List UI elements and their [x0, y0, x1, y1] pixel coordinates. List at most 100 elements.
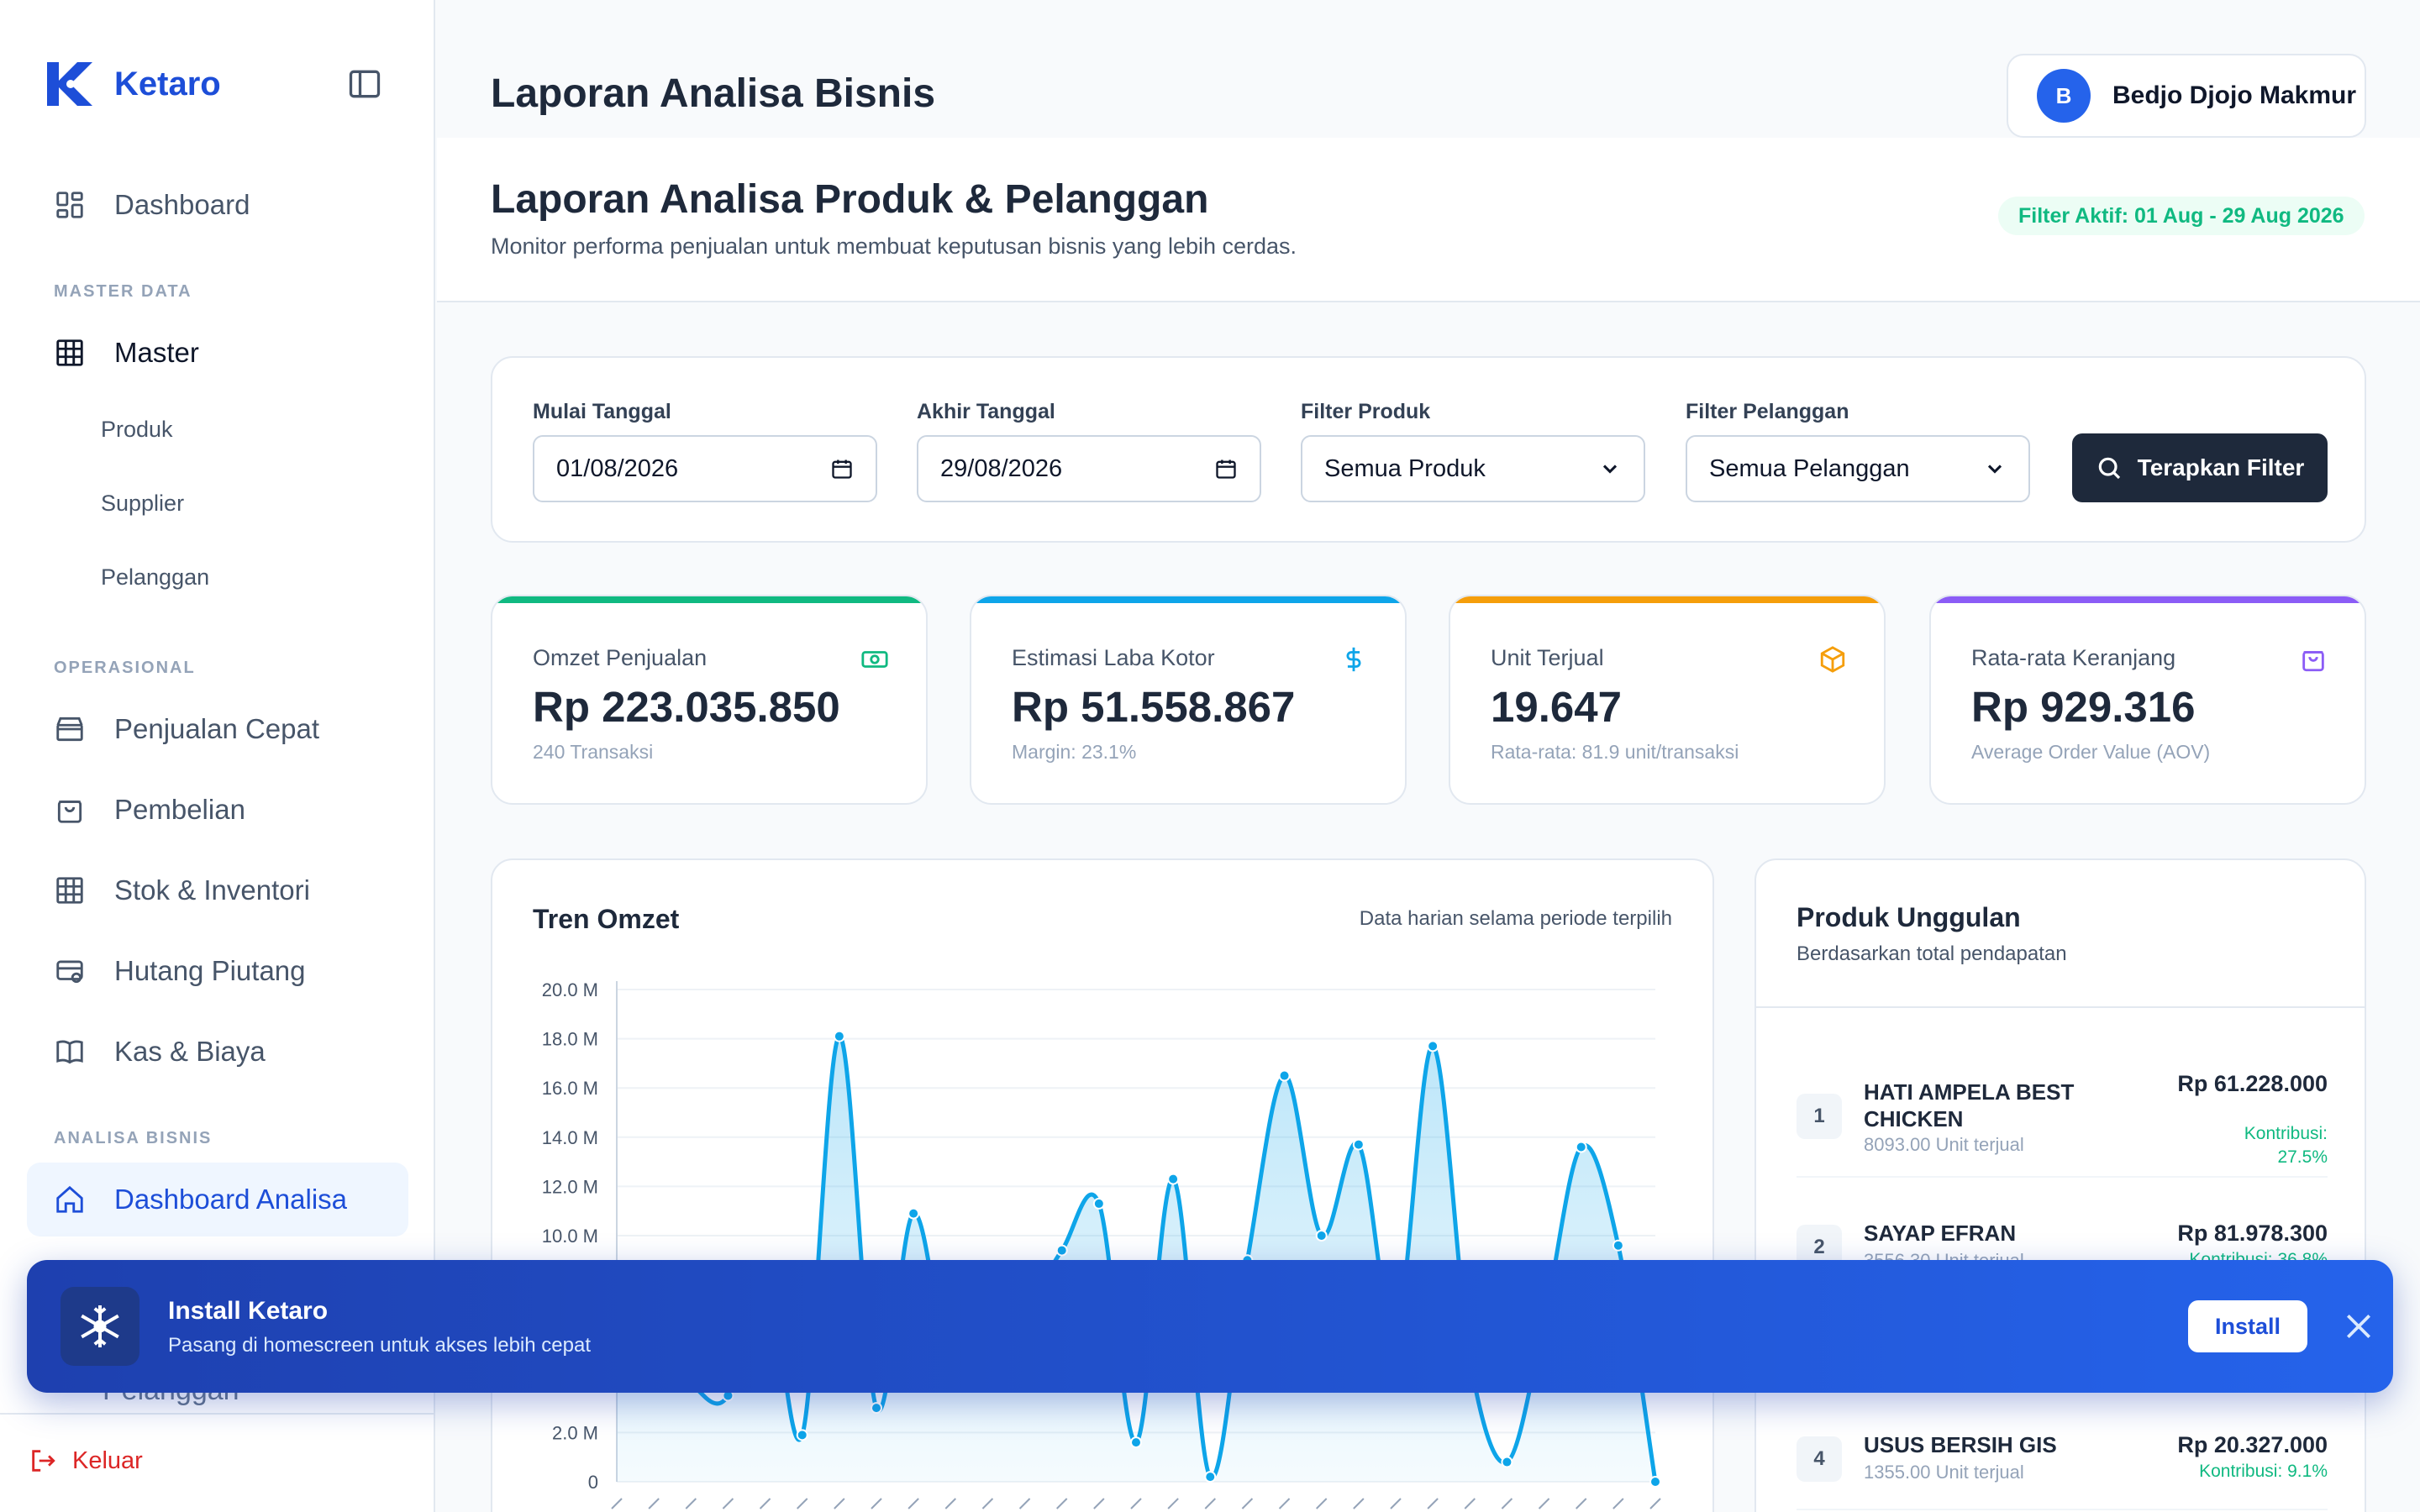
y-tick-label: 10.0 M: [542, 1226, 598, 1247]
sidebar-item-master[interactable]: Master: [27, 316, 408, 390]
app-icon: [60, 1287, 139, 1366]
start-date-input[interactable]: 01/08/2026: [533, 435, 877, 502]
revenue-trend-chart[interactable]: 02.0 M4.0 M6.0 M8.0 M10.0 M12.0 M14.0 M1…: [492, 860, 1716, 1512]
report-description: Monitor performa penjualan untuk membuat…: [491, 234, 1297, 259]
table-icon: [56, 877, 83, 904]
row-divider: [1797, 1176, 2328, 1178]
product-units: 1355.00 Unit terjual: [1864, 1462, 2024, 1483]
sidebar-item-dashboard-analisa[interactable]: Dashboard Analisa: [27, 1163, 408, 1236]
product-revenue: Rp 81.978.300: [2177, 1221, 2328, 1246]
x-tick-mark: [1538, 1498, 1550, 1509]
sidebar-item-label: Pembelian: [114, 794, 245, 825]
top-products-subtitle: Berdasarkan total pendapatan: [1797, 942, 2067, 965]
chart-data-point: [908, 1207, 920, 1220]
top-products-title: Produk Unggulan: [1797, 902, 2021, 932]
chart-data-point: [833, 1030, 845, 1042]
user-menu[interactable]: B Bedjo Djojo Makmur: [2007, 54, 2366, 138]
x-tick-mark: [722, 1498, 734, 1509]
x-tick-mark: [1390, 1498, 1402, 1509]
kpi-label: Unit Terjual: [1491, 645, 1604, 670]
sidebar-sub-supplier[interactable]: Supplier: [101, 491, 184, 517]
sidebar-item-pembelian[interactable]: Pembelian: [27, 773, 408, 847]
x-tick-mark: [1612, 1498, 1624, 1509]
chart-data-point: [1092, 1197, 1105, 1210]
dollar-icon: [1346, 647, 1361, 672]
install-banner: Install Ketaro Pasang di homescreen untu…: [27, 1260, 2393, 1393]
y-tick-label: 20.0 M: [542, 979, 598, 1000]
sidebar-item-label: Dashboard Analisa: [114, 1184, 348, 1215]
logout-button[interactable]: Keluar: [29, 1446, 143, 1475]
apply-filter-button[interactable]: Terapkan Filter: [2072, 433, 2328, 502]
product-row[interactable]: 2 SAYAP EFRAN 3556.30 Unit terjual Rp 81…: [1797, 1200, 2328, 1271]
kpi-accent-bar: [492, 596, 926, 603]
kpi-accent-bar: [971, 596, 1405, 603]
customer-filter-select[interactable]: Semua Pelanggan: [1686, 435, 2030, 502]
x-tick-mark: [1278, 1498, 1291, 1509]
avatar: B: [2037, 69, 2091, 123]
sidebar-item-penjualan-cepat[interactable]: Penjualan Cepat: [27, 692, 408, 766]
report-header: Laporan Analisa Produk & Pelanggan Monit…: [437, 138, 2420, 302]
calendar-icon[interactable]: [830, 457, 854, 480]
kpi-subtext: 240 Transaksi: [533, 741, 654, 763]
snowflake-icon: [81, 1305, 119, 1347]
grid-icon: [56, 192, 83, 218]
product-row[interactable]: 4 USUS BERSIH GIS 1355.00 Unit terjual R…: [1797, 1411, 2328, 1483]
product-rank: 1: [1797, 1094, 1842, 1139]
product-filter-select[interactable]: Semua Produk: [1301, 435, 1645, 502]
end-date-input[interactable]: 29/08/2026: [917, 435, 1261, 502]
y-tick-label: 18.0 M: [542, 1029, 598, 1050]
kpi-subtext: Margin: 23.1%: [1012, 741, 1137, 763]
install-title: Install Ketaro: [168, 1297, 329, 1325]
active-filter-badge: Filter Aktif: 01 Aug - 29 Aug 2026: [1998, 197, 2365, 235]
x-tick-mark: [611, 1498, 623, 1509]
x-tick-mark: [1576, 1498, 1587, 1509]
kpi-value: Rp 929.316: [1971, 683, 2196, 731]
sidebar-item-kas-biaya[interactable]: Kas & Biaya: [27, 1015, 408, 1089]
x-tick-mark: [944, 1498, 956, 1509]
install-button[interactable]: Install: [2188, 1300, 2307, 1352]
chart-data-point: [796, 1429, 808, 1441]
sidebar-item-label: Hutang Piutang: [114, 955, 306, 986]
x-tick-mark: [1464, 1498, 1476, 1509]
sidebar-sub-produk[interactable]: Produk: [101, 417, 173, 443]
chart-data-point: [1575, 1141, 1587, 1153]
x-tick-mark: [1316, 1498, 1328, 1509]
sidebar-divider: [0, 1413, 435, 1415]
kpi-card-aov: Rata-rata Keranjang Rp 929.316 Average O…: [1929, 595, 2366, 805]
chart-data-point: [871, 1402, 882, 1415]
product-revenue: Rp 20.327.000: [2177, 1432, 2328, 1457]
cash-icon: [861, 651, 888, 668]
product-contribution: Kontribusi: 9.1%: [2199, 1462, 2328, 1481]
brand[interactable]: Ketaro: [42, 59, 221, 109]
page-title: Laporan Analisa Bisnis: [491, 71, 936, 116]
section-label-operasional: OPERASIONAL: [54, 659, 196, 677]
kpi-card-laba: Estimasi Laba Kotor Rp 51.558.867 Margin…: [970, 595, 1407, 805]
sidebar-sub-pelanggan[interactable]: Pelanggan: [101, 564, 209, 591]
x-tick-mark: [1353, 1498, 1365, 1509]
sidebar-item-dashboard[interactable]: Dashboard: [27, 168, 408, 242]
close-icon[interactable]: [2343, 1310, 2375, 1342]
kpi-label: Omzet Penjualan: [533, 645, 708, 670]
calendar-icon[interactable]: [1214, 457, 1238, 480]
chart-data-point: [1167, 1173, 1180, 1185]
product-filter-value: Semua Produk: [1324, 454, 1486, 482]
sidebar-toggle-icon[interactable]: [346, 66, 383, 102]
wallet-card-icon: [56, 960, 83, 984]
sidebar-item-hutang-piutang[interactable]: Hutang Piutang: [27, 934, 408, 1008]
filter-panel: Mulai Tanggal 01/08/2026 Akhir Tanggal 2…: [491, 356, 2366, 543]
x-tick-mark: [1649, 1498, 1661, 1509]
revenue-trend-card: Tren Omzet Data harian selama periode te…: [491, 858, 1714, 1512]
x-tick-mark: [871, 1498, 882, 1509]
chart-data-point: [1649, 1476, 1661, 1488]
sidebar-item-label: Penjualan Cepat: [114, 713, 320, 744]
kpi-subtext: Average Order Value (AOV): [1971, 741, 2211, 763]
table-icon: [56, 339, 83, 366]
product-row[interactable]: 1 HATI AMPELA BEST CHICKEN 8093.00 Unit …: [1797, 1050, 2328, 1167]
product-contribution: Kontribusi: 27.5%: [2244, 1124, 2328, 1167]
product-revenue: Rp 61.228.000: [2177, 1071, 2328, 1096]
chevron-down-icon: [1602, 465, 1618, 474]
sidebar-item-stok-inventori[interactable]: Stok & Inventori: [27, 853, 408, 927]
book-icon: [56, 1040, 83, 1064]
box-icon: [1820, 646, 1845, 673]
sidebar-item-label: Dashboard: [114, 189, 250, 220]
